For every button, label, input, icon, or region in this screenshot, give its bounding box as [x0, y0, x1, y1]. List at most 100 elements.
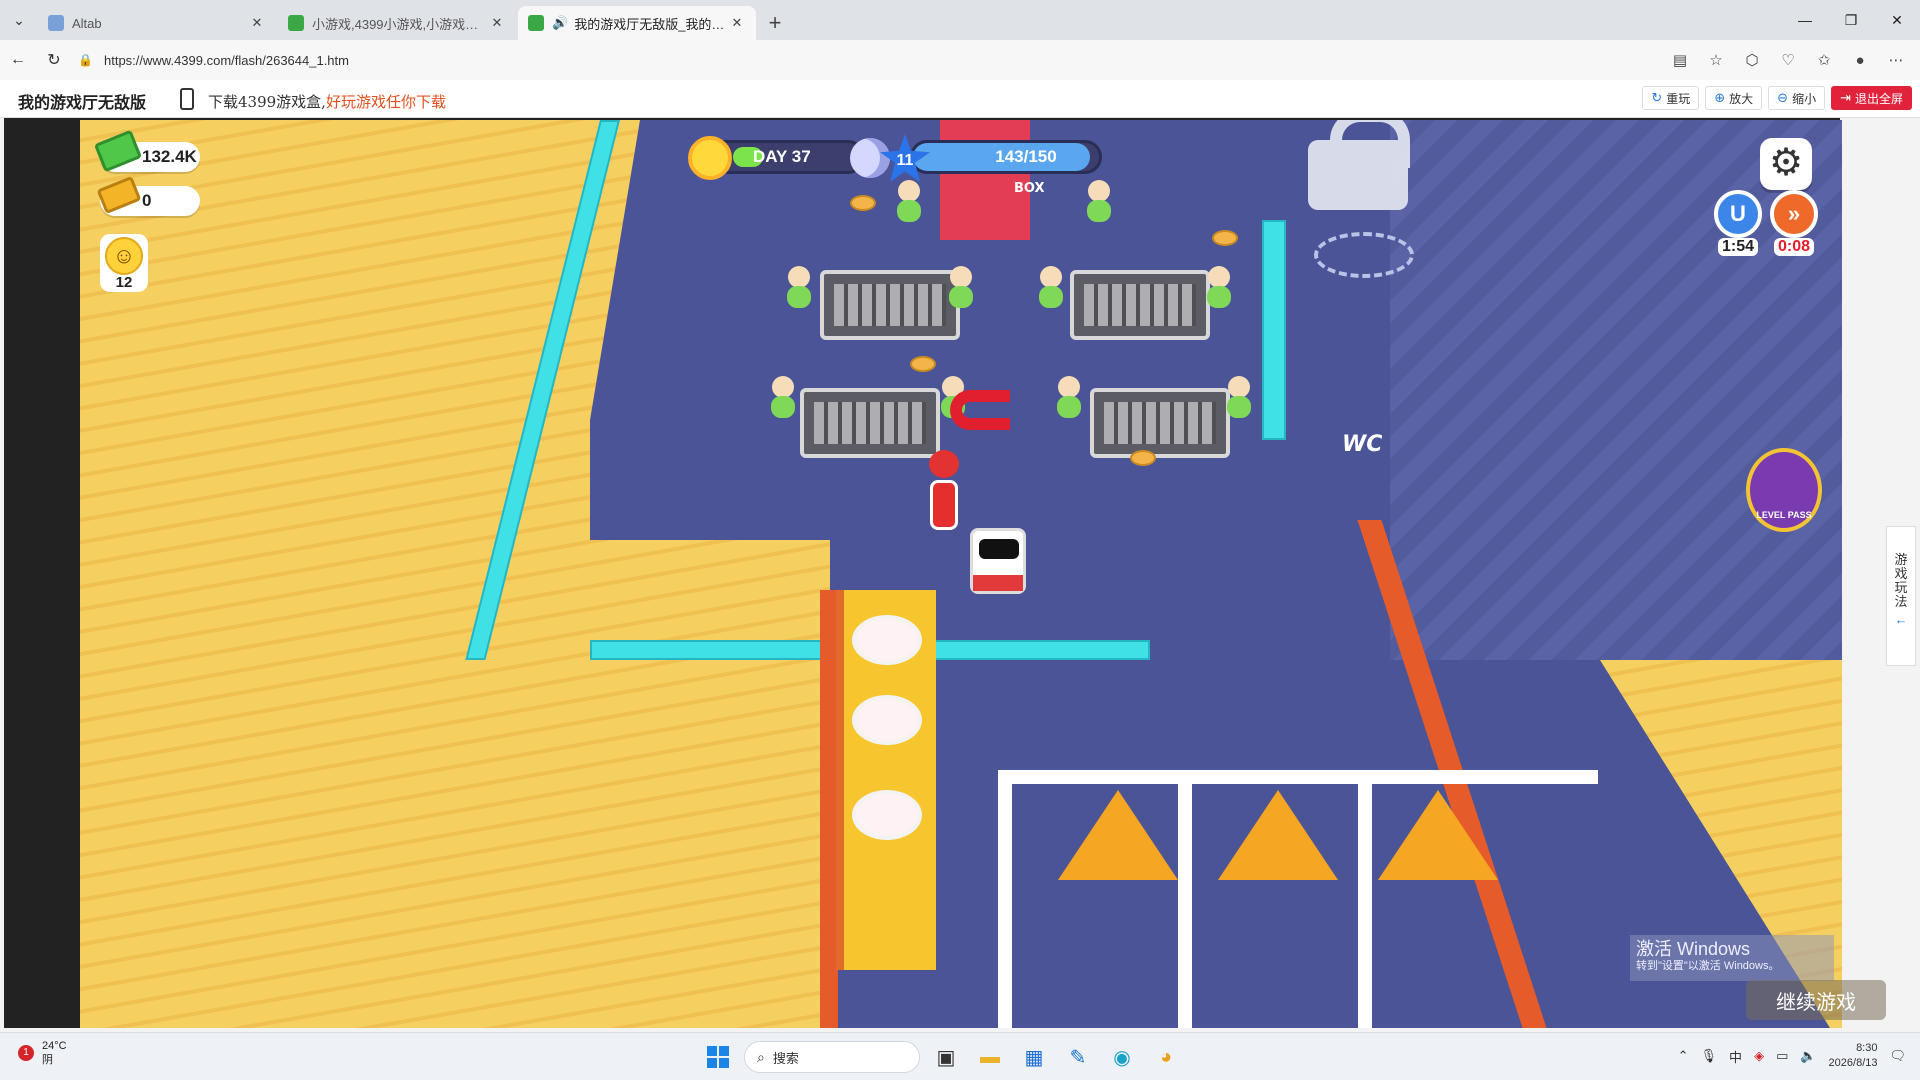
input-method-icon[interactable]: 中 — [1729, 1047, 1742, 1066]
speed-boost-button[interactable]: » 0:08 — [1768, 190, 1820, 256]
exit-fullscreen-label: 退出全屏 — [1854, 91, 1903, 106]
reader-mode-icon[interactable]: ▤ — [1666, 46, 1694, 74]
browser-essentials-icon[interactable]: ♡ — [1774, 46, 1802, 74]
phone-icon — [180, 88, 194, 110]
purchase-spot[interactable] — [1314, 232, 1414, 278]
restore-icon[interactable]: ❐ — [1828, 0, 1874, 40]
url-field[interactable]: 🔒 https://www.4399.com/flash/263644_1.ht… — [78, 44, 1678, 76]
plate[interactable] — [852, 615, 922, 665]
windows-taskbar: 1 24°C 阴 ⌕ 搜索 ▣ ▬ ▦ ✎ ◉ ◕ ⌃ 🎙 中 ◈ ▭ 🔈 8:… — [0, 1032, 1920, 1080]
browser-tab-altab[interactable]: Altab ✕ — [38, 6, 276, 40]
moon-icon — [850, 138, 890, 178]
extensions-icon[interactable]: ⬡ — [1738, 46, 1766, 74]
volume-icon[interactable]: 🔈 — [1800, 1048, 1816, 1064]
fence-rail — [998, 770, 1598, 784]
favorite-star-icon[interactable]: ☆ — [1702, 46, 1730, 74]
time: 8:30 — [1856, 1042, 1878, 1054]
happiness-meter: ☺ 12 — [100, 234, 148, 292]
zoom-in-button[interactable]: ⊕ 放大 — [1705, 86, 1763, 110]
game-help-tab[interactable]: 游戏玩法 ← — [1886, 526, 1916, 666]
browser-tab-game[interactable]: 🔊 我的游戏厅无敌版_我的游戏厅 ✕ — [518, 6, 756, 40]
customer-npc — [1056, 376, 1082, 418]
back-icon[interactable]: ← — [0, 44, 36, 76]
arrow-left-icon: ← — [1894, 612, 1908, 627]
browser-tab-4399[interactable]: 小游戏,4399小游戏,小游戏大全,双 ✕ — [278, 6, 516, 40]
download-text: 下载4399游戏盒, — [208, 93, 326, 111]
taskbar-apps: ⌕ 搜索 ▣ ▬ ▦ ✎ ◉ ◕ — [700, 1039, 1184, 1075]
room-wall — [1262, 220, 1286, 440]
security-icon[interactable]: ◈ — [1754, 1048, 1764, 1064]
replay-label: 重玩 — [1666, 91, 1691, 106]
4399-favicon-icon — [528, 15, 544, 31]
plate[interactable] — [852, 695, 922, 745]
lock-icon[interactable]: 🔒 — [78, 53, 94, 67]
file-explorer-icon[interactable]: ▬ — [972, 1039, 1008, 1075]
close-tab-icon[interactable]: ✕ — [728, 15, 746, 31]
whiteboard-icon[interactable]: ✎ — [1060, 1039, 1096, 1075]
air-hockey-table[interactable] — [800, 388, 940, 458]
speed-timer: 0:08 — [1773, 238, 1815, 256]
magnet-boost-button[interactable]: U 1:54 — [1712, 190, 1764, 256]
new-tab-button[interactable]: + — [758, 6, 792, 40]
air-hockey-table[interactable] — [1090, 388, 1230, 458]
air-hockey-table[interactable] — [820, 270, 960, 340]
trash-can[interactable] — [970, 528, 1026, 594]
tray-overflow-icon[interactable]: ⌃ — [1678, 1048, 1689, 1064]
coin[interactable] — [1130, 450, 1156, 466]
network-icon[interactable]: ▭ — [1776, 1048, 1788, 1064]
microphone-icon[interactable]: 🎙 — [1701, 1048, 1718, 1064]
fence-post — [1178, 770, 1192, 1028]
weather-widget[interactable]: 1 24°C 阴 — [18, 1039, 67, 1067]
page-header: 我的游戏厅无敌版 下载4399游戏盒,好玩游戏任你下载 ↻ 重玩 ⊕ 放大 ⊖ 缩小 … — [0, 80, 1920, 118]
replay-icon: ↻ — [1651, 90, 1663, 105]
notification-center-icon[interactable]: 🗨 — [1889, 1048, 1906, 1064]
clock[interactable]: 8:30 2026/8/13 — [1829, 1041, 1878, 1071]
box-label: BOX — [1014, 182, 1045, 196]
profile-avatar-icon[interactable]: ● — [1846, 46, 1874, 74]
windows-start-icon[interactable] — [700, 1039, 736, 1075]
padlock-icon[interactable] — [1308, 120, 1410, 210]
settings-gear-icon[interactable]: ⚙ — [1760, 138, 1812, 190]
exit-fullscreen-button[interactable]: ⇥ 退出全屏 — [1831, 86, 1912, 110]
taskbar-search[interactable]: ⌕ 搜索 — [744, 1041, 920, 1073]
search-placeholder: 搜索 — [772, 1050, 799, 1066]
game-app-icon[interactable]: ◕ — [1148, 1039, 1184, 1075]
refresh-icon[interactable]: ↻ — [36, 44, 72, 76]
level-value: 11 — [896, 152, 914, 169]
replay-button[interactable]: ↻ 重玩 — [1642, 86, 1700, 110]
close-tab-icon[interactable]: ✕ — [488, 15, 506, 31]
address-bar-tools: ▤ ☆ ⬡ ♡ ✩ ● ⋯ — [1666, 46, 1910, 74]
store-icon[interactable]: ▦ — [1016, 1039, 1052, 1075]
orange-roof — [1218, 790, 1338, 880]
air-hockey-table[interactable] — [1070, 270, 1210, 340]
close-window-icon[interactable]: ✕ — [1874, 0, 1920, 40]
address-bar: ← ↻ 🔒 https://www.4399.com/flash/263644_… — [0, 40, 1920, 80]
plate[interactable] — [852, 790, 922, 840]
game-canvas[interactable]: BOX WC 132.4K 0 ☺ 12 — [80, 120, 1842, 1028]
favorites-icon[interactable]: ✩ — [1810, 46, 1838, 74]
minimize-icon[interactable]: — — [1782, 0, 1828, 40]
magnet-timer: 1:54 — [1717, 238, 1759, 256]
speaker-icon[interactable]: 🔊 — [552, 15, 568, 31]
coin[interactable] — [850, 195, 876, 211]
zoom-out-label: 缩小 — [1792, 91, 1817, 106]
box-wall — [940, 120, 1030, 240]
altab-favicon-icon — [48, 15, 64, 31]
task-view-icon[interactable]: ▣ — [928, 1039, 964, 1075]
tab-list-dropdown-icon[interactable]: ⌄ — [0, 0, 38, 40]
zoom-out-button[interactable]: ⊖ 缩小 — [1768, 86, 1826, 110]
magnet-icon: U — [1714, 190, 1762, 238]
download-link[interactable]: 好玩游戏任你下载 — [326, 93, 446, 111]
edge-browser-icon[interactable]: ◉ — [1104, 1039, 1140, 1075]
customer-npc — [948, 266, 974, 308]
download-promo: 下载4399游戏盒,好玩游戏任你下载 — [208, 91, 446, 112]
coin[interactable] — [910, 356, 936, 372]
coin[interactable] — [1212, 230, 1238, 246]
activate-windows-hint: 转到"设置"以激活 Windows。 — [1636, 960, 1780, 972]
sun-icon — [688, 136, 732, 180]
browser-tab-bar: ⌄ Altab ✕ 小游戏,4399小游戏,小游戏大全,双 ✕ 🔊 我的游戏厅无… — [0, 0, 1920, 40]
continue-game-button[interactable]: 继续游戏 — [1746, 980, 1886, 1020]
close-tab-icon[interactable]: ✕ — [248, 15, 266, 31]
level-pass-button[interactable]: LEVEL PASS — [1746, 448, 1822, 532]
more-menu-icon[interactable]: ⋯ — [1882, 46, 1910, 74]
